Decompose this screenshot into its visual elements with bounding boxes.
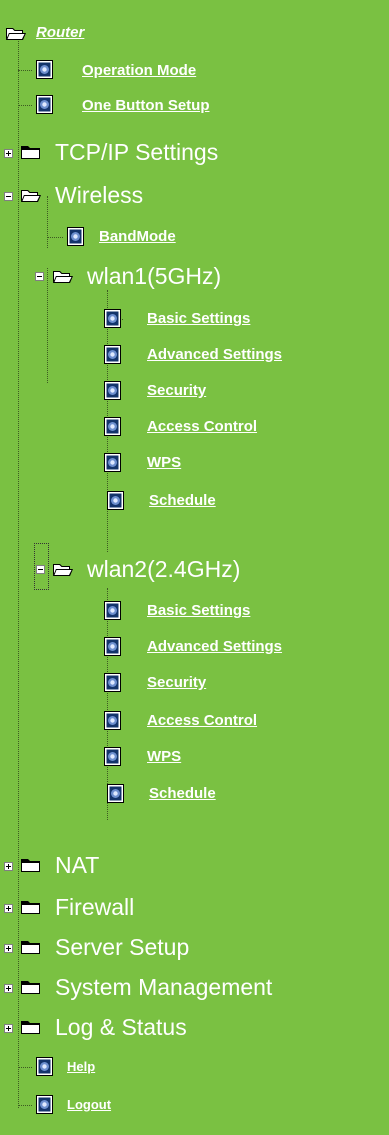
document-icon <box>36 95 53 114</box>
wlan2-access-control-link[interactable]: Access Control <box>147 712 257 729</box>
router-link[interactable]: Router <box>36 24 84 41</box>
folder-icon <box>21 146 40 159</box>
tcpip-settings-label[interactable]: TCP/IP Settings <box>55 141 218 164</box>
server-setup-label[interactable]: Server Setup <box>55 936 189 959</box>
folder-icon <box>21 941 40 954</box>
document-icon <box>36 1057 53 1076</box>
document-icon <box>104 309 121 328</box>
document-icon <box>36 1095 53 1114</box>
expand-icon[interactable] <box>4 984 13 993</box>
bandmode-link[interactable]: BandMode <box>99 228 176 245</box>
document-icon <box>104 601 121 620</box>
document-icon <box>104 381 121 400</box>
document-icon <box>104 673 121 692</box>
wlan2-label[interactable]: wlan2(2.4GHz) <box>87 558 240 581</box>
document-icon <box>104 711 121 730</box>
help-link[interactable]: Help <box>67 1059 95 1074</box>
folder-icon <box>21 859 40 872</box>
wlan1-label[interactable]: wlan1(5GHz) <box>87 265 221 288</box>
collapse-icon[interactable] <box>36 565 45 574</box>
expand-icon[interactable] <box>4 1024 13 1033</box>
wlan1-security-link[interactable]: Security <box>147 382 206 399</box>
open-folder-icon <box>21 190 41 202</box>
expand-icon[interactable] <box>4 944 13 953</box>
tree-line <box>47 237 63 238</box>
wlan2-wps-link[interactable]: WPS <box>147 748 181 765</box>
folder-icon <box>21 1021 40 1034</box>
tree-line <box>47 196 48 248</box>
open-folder-icon <box>53 271 73 283</box>
firewall-label[interactable]: Firewall <box>55 896 134 919</box>
expand-icon[interactable] <box>4 904 13 913</box>
wlan2-basic-settings-link[interactable]: Basic Settings <box>147 602 250 619</box>
document-icon <box>104 637 121 656</box>
tree-line <box>18 1105 32 1106</box>
wlan1-schedule-link[interactable]: Schedule <box>149 492 216 509</box>
wlan1-wps-link[interactable]: WPS <box>147 454 181 471</box>
document-icon <box>104 747 121 766</box>
document-icon <box>67 227 84 246</box>
wlan2-advanced-settings-link[interactable]: Advanced Settings <box>147 638 282 655</box>
wlan1-access-control-link[interactable]: Access Control <box>147 418 257 435</box>
folder-icon <box>21 901 40 914</box>
document-icon <box>36 60 53 79</box>
wlan1-advanced-settings-link[interactable]: Advanced Settings <box>147 346 282 363</box>
wlan2-security-link[interactable]: Security <box>147 674 206 691</box>
document-icon <box>104 453 121 472</box>
expand-icon[interactable] <box>4 149 13 158</box>
operation-mode-link[interactable]: Operation Mode <box>82 62 196 79</box>
tree-line <box>18 70 32 71</box>
open-folder-icon <box>53 564 73 576</box>
tree-line <box>18 1067 32 1068</box>
wlan2-schedule-link[interactable]: Schedule <box>149 785 216 802</box>
wireless-label[interactable]: Wireless <box>55 184 143 207</box>
document-icon <box>104 417 121 436</box>
document-icon <box>107 784 124 803</box>
tree-line <box>18 105 32 106</box>
logout-link[interactable]: Logout <box>67 1097 111 1112</box>
nat-label[interactable]: NAT <box>55 854 99 877</box>
open-folder-icon <box>6 28 26 40</box>
one-button-setup-link[interactable]: One Button Setup <box>82 97 210 114</box>
folder-icon <box>21 981 40 994</box>
collapse-icon[interactable] <box>35 272 44 281</box>
tree-line <box>47 268 48 383</box>
tree-line <box>18 38 19 1108</box>
collapse-icon[interactable] <box>4 192 13 201</box>
expand-icon[interactable] <box>4 862 13 871</box>
wlan1-basic-settings-link[interactable]: Basic Settings <box>147 310 250 327</box>
log-status-label[interactable]: Log & Status <box>55 1016 187 1039</box>
document-icon <box>104 345 121 364</box>
system-management-label[interactable]: System Management <box>55 976 272 999</box>
document-icon <box>107 491 124 510</box>
navigation-tree: Router Operation Mode One Button Setup T… <box>0 0 389 1135</box>
